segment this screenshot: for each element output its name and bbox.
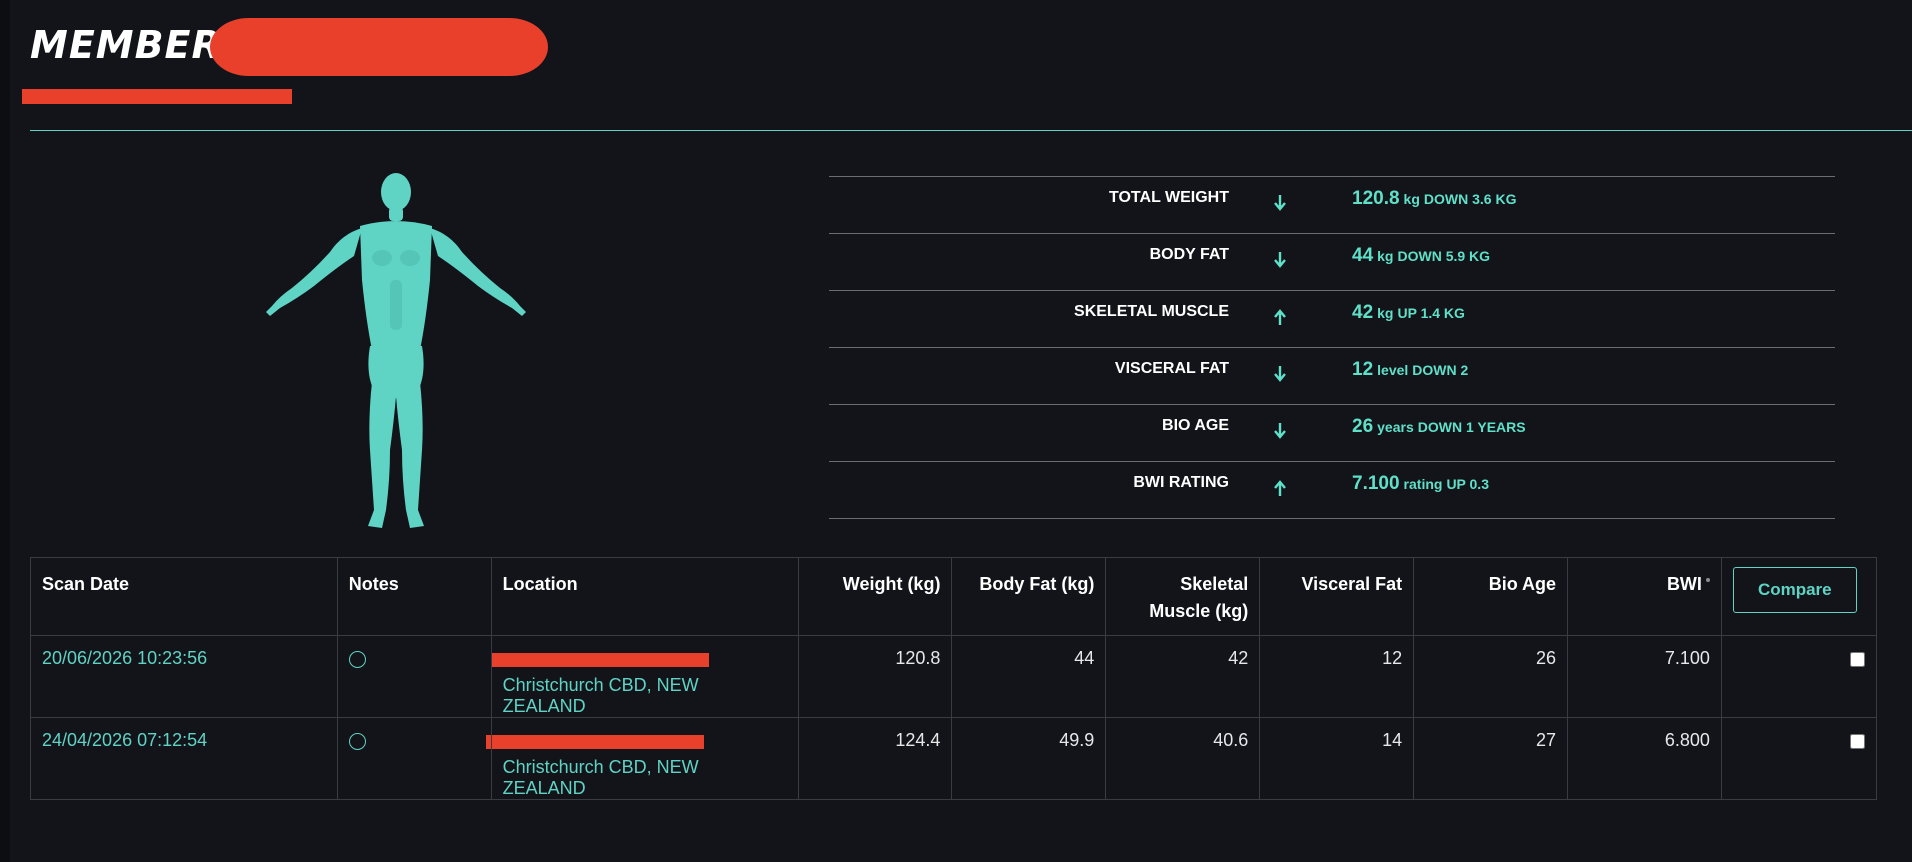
cell-skeletal-muscle: 42 [1105,635,1261,718]
stat-row-skeletal-muscle: SKELETAL MUSCLE 42 kg UP 1.4 KG [829,290,1835,347]
scans-table: Scan Date Notes Location Weight (kg) Bod… [30,557,1878,800]
stat-value: 44 kg DOWN 5.9 KG [1352,245,1490,267]
header-location[interactable]: Location [490,557,799,636]
header-bwi[interactable]: BWI [1567,557,1722,636]
stat-row-visceral-fat: VISCERAL FAT 12 level DOWN 2 [829,347,1835,404]
compare-button[interactable]: Compare [1732,567,1857,613]
note-circle-icon[interactable] [348,651,366,668]
stat-change: DOWN 1 YEARS [1417,419,1526,435]
stat-unit: rating [1403,476,1443,492]
stat-row-bio-age: BIO AGE 26 years DOWN 1 YEARS [829,404,1835,461]
left-edge-strip [0,0,10,862]
stat-value: 12 level DOWN 2 [1352,359,1468,381]
stat-unit: kg [1377,248,1394,264]
stat-row-total-weight: TOTAL WEIGHT 120.8 kg DOWN 3.6 KG [829,176,1835,233]
stat-row-body-fat: BODY FAT 44 kg DOWN 5.9 KG [829,233,1835,290]
stat-number: 7.100 [1352,473,1400,494]
stat-value: 42 kg UP 1.4 KG [1352,302,1465,324]
redacted-location-name [490,653,709,667]
redacted-location-name [485,735,704,749]
stat-number: 44 [1352,245,1374,266]
stat-unit: kg [1377,305,1394,321]
table-row: 24/04/2026 07:12:54 Christchurch CBD, NE… [30,717,1878,800]
table-header-row: Scan Date Notes Location Weight (kg) Bod… [30,557,1878,636]
header-bwi-label: BWI [1666,574,1702,594]
stat-change: DOWN 2 [1412,362,1469,378]
cell-compare [1720,717,1878,800]
table-row: 20/06/2026 10:23:56 Christchurch CBD, NE… [30,635,1878,718]
cell-body-fat: 49.9 [951,717,1107,800]
stat-label: TOTAL WEIGHT [1109,189,1229,206]
stat-change: DOWN 5.9 KG [1397,248,1491,264]
compare-checkbox[interactable] [1850,652,1865,667]
header-body-fat[interactable]: Body Fat (kg) [951,557,1107,636]
stat-number: 26 [1352,416,1374,437]
stat-change: UP 0.3 [1446,476,1489,492]
body-model-figure[interactable] [250,160,550,530]
stat-unit: years [1377,419,1414,435]
header-scan-date[interactable]: Scan Date [30,557,338,636]
arrow-up-icon [1274,309,1286,325]
scan-date-link[interactable]: 20/06/2026 10:23:56 [42,648,207,668]
cell-compare [1720,635,1878,718]
arrow-down-icon [1274,195,1286,211]
stat-value: 26 years DOWN 1 YEARS [1352,416,1526,438]
stat-number: 42 [1352,302,1374,323]
stat-unit: kg [1403,191,1420,207]
redacted-member-name [210,18,548,76]
header-weight[interactable]: Weight (kg) [797,557,953,636]
cell-weight: 124.4 [797,717,953,800]
cell-bio-age: 27 [1413,717,1569,800]
arrow-down-icon [1274,252,1286,268]
stat-number: 120.8 [1352,188,1400,209]
redacted-member-email [22,89,292,104]
cell-bwi: 6.800 [1567,717,1722,800]
cell-location: Christchurch CBD, NEW ZEALAND [485,717,799,800]
stat-label: VISCERAL FAT [1114,360,1229,377]
stat-row-bwi-rating: BWI RATING 7.100 rating UP 0.3 [829,461,1835,519]
compare-checkbox[interactable] [1850,734,1865,749]
cell-notes [336,635,492,718]
header-bio-age[interactable]: Bio Age [1413,557,1569,636]
arrow-down-icon [1274,366,1286,382]
location-link[interactable]: Christchurch CBD, NEW ZEALAND [503,757,787,799]
header-notes[interactable]: Notes [336,557,492,636]
arrow-up-icon [1274,480,1286,496]
scan-date-link[interactable]: 24/04/2026 07:12:54 [42,730,207,750]
info-dot-icon [1705,578,1710,582]
location-link[interactable]: Christchurch CBD, NEW ZEALAND [503,675,787,717]
stat-label: BIO AGE [1162,417,1229,434]
stats-panel: TOTAL WEIGHT 120.8 kg DOWN 3.6 KG BODY FAT… [829,176,1835,519]
stat-unit: level [1377,362,1409,378]
stat-number: 12 [1352,359,1374,380]
cell-bwi: 7.100 [1567,635,1722,718]
stat-change: UP 1.4 KG [1397,305,1465,321]
cell-body-fat: 44 [951,635,1107,718]
stat-label: BODY FAT [1149,246,1229,263]
cell-scan-date[interactable]: 24/04/2026 07:12:54 [30,717,338,800]
cell-weight: 120.8 [797,635,953,718]
cell-visceral-fat: 14 [1259,717,1415,800]
note-circle-icon[interactable] [348,733,366,750]
cell-visceral-fat: 12 [1259,635,1415,718]
cell-location: Christchurch CBD, NEW ZEALAND [490,635,799,718]
stat-value: 120.8 kg DOWN 3.6 KG [1352,188,1516,210]
cell-scan-date[interactable]: 20/06/2026 10:23:56 [30,635,338,718]
cell-skeletal-muscle: 40.6 [1105,717,1261,800]
cell-notes [336,717,492,800]
stat-label: SKELETAL MUSCLE [1074,303,1229,320]
stat-change: DOWN 3.6 KG [1423,191,1517,207]
arrow-down-icon [1274,423,1286,439]
header-skeletal-muscle[interactable]: Skeletal Muscle (kg) [1105,557,1261,636]
stat-label: BWI RATING [1133,474,1229,491]
header-visceral-fat[interactable]: Visceral Fat [1259,557,1415,636]
cell-bio-age: 26 [1413,635,1569,718]
header-divider [30,130,1912,131]
stat-value: 7.100 rating UP 0.3 [1352,473,1489,495]
header-compare: Compare [1720,557,1878,636]
